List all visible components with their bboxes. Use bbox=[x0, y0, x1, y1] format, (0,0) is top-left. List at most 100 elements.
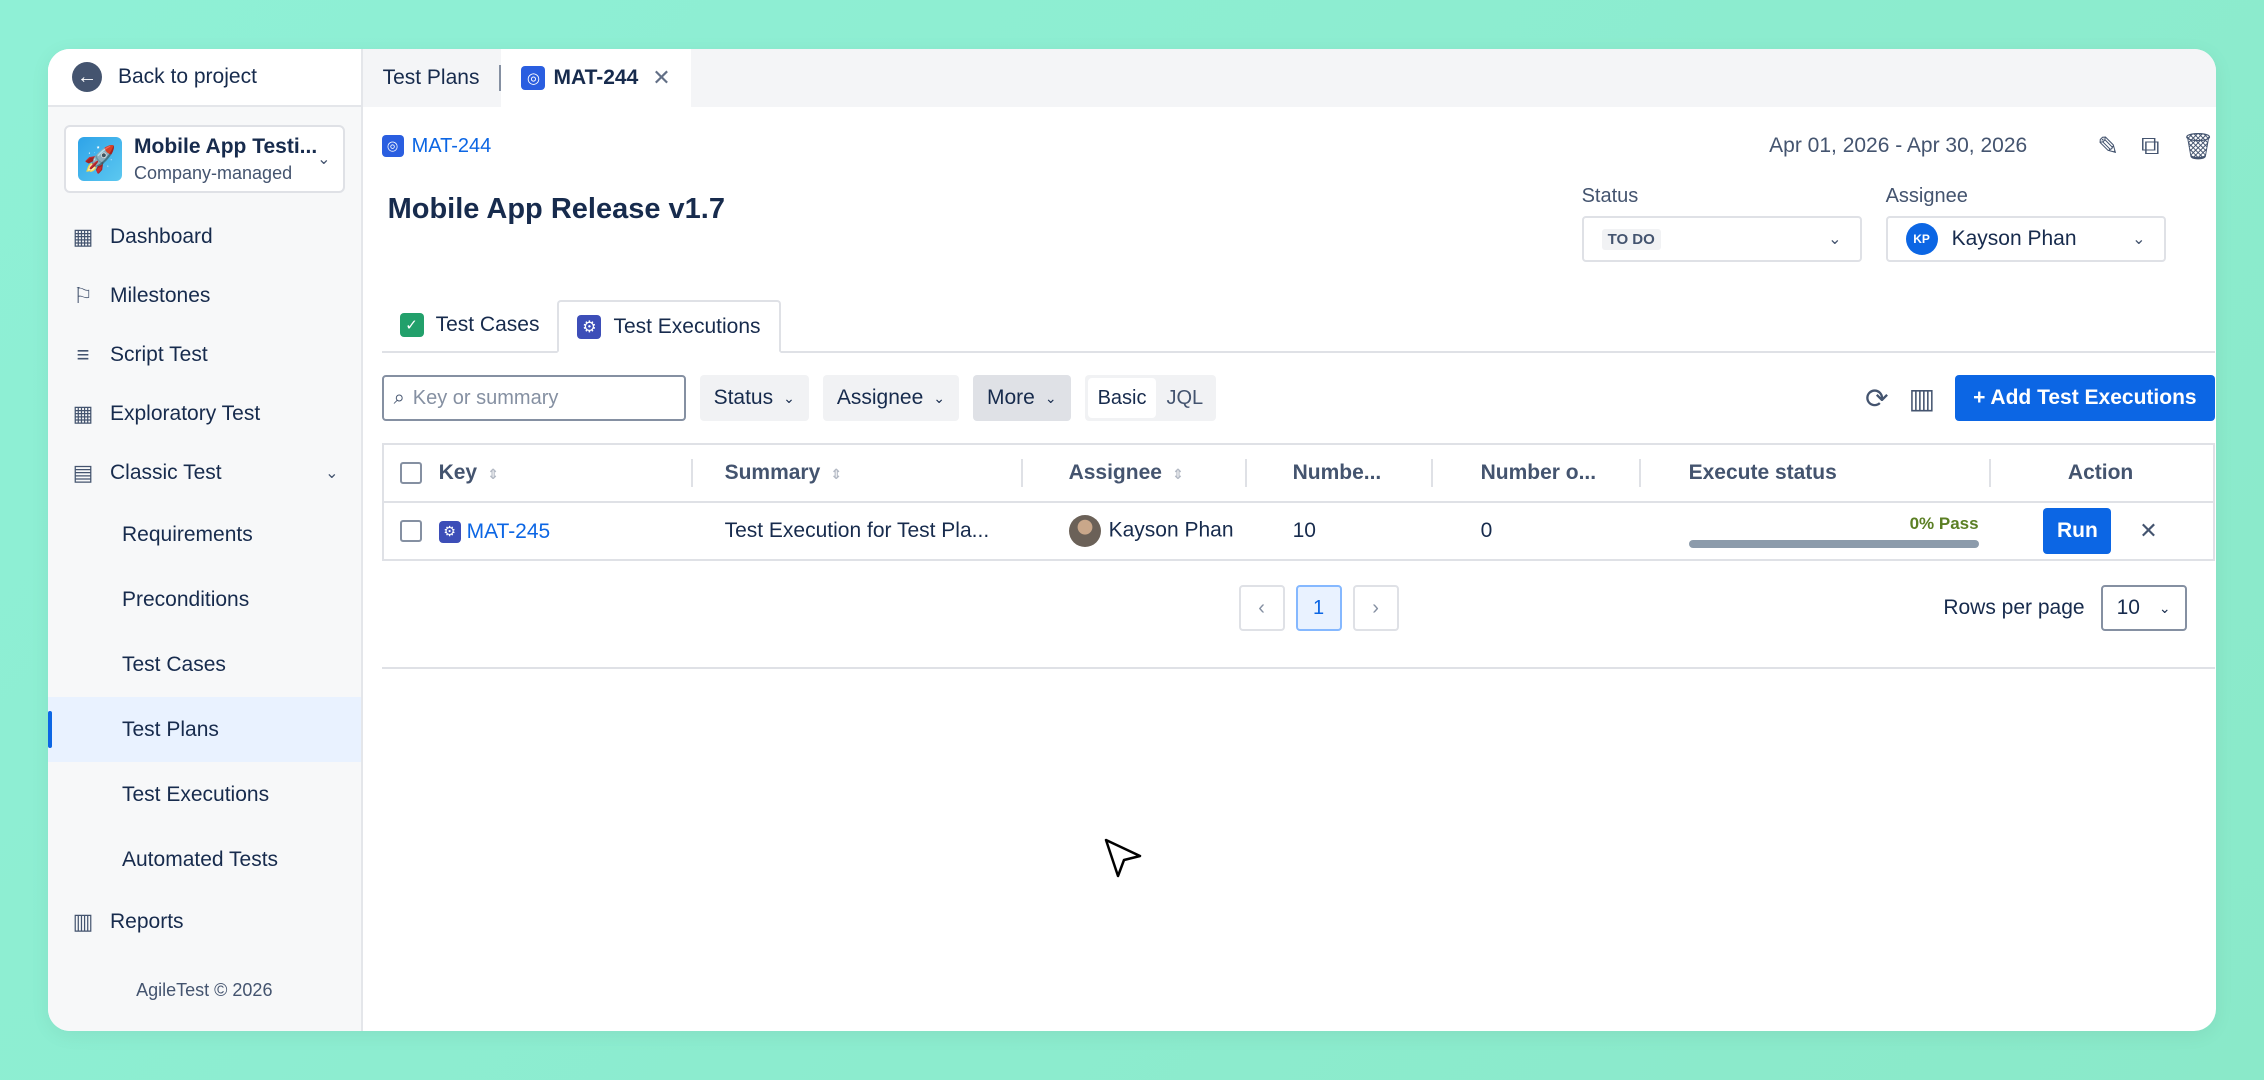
sidebar-item-label: Dashboard bbox=[110, 224, 213, 248]
tab-label: Test Cases bbox=[435, 312, 540, 336]
search-mode-toggle: Basic JQL bbox=[1084, 375, 1217, 421]
sidebar-item-milestones[interactable]: ⚐ Milestones bbox=[48, 266, 361, 325]
page-title: Mobile App Release v1.7 bbox=[387, 193, 725, 225]
assignee-filter-button[interactable]: Assignee ⌄ bbox=[822, 375, 959, 421]
sidebar-item-test-executions[interactable]: Test Executions bbox=[48, 762, 361, 827]
chevron-down-icon: ⌄ bbox=[1828, 231, 1842, 248]
tab-label: Test Plans bbox=[382, 66, 480, 89]
execution-key-link[interactable]: ⚙ MAT-245 bbox=[438, 520, 550, 544]
sidebar-item-dashboard[interactable]: ▦ Dashboard bbox=[48, 207, 361, 266]
column-header-summary[interactable]: Summary ⇕ bbox=[690, 444, 1021, 503]
tab-label: Test Executions bbox=[613, 314, 761, 338]
refresh-icon[interactable]: ⟳ bbox=[1865, 382, 1888, 415]
sidebar-item-label: Preconditions bbox=[122, 587, 250, 611]
sort-icon: ⇕ bbox=[487, 466, 499, 482]
select-all-header bbox=[382, 444, 439, 503]
more-filter-button[interactable]: More ⌄ bbox=[972, 375, 1071, 421]
checkbox-checked-icon: ✓ bbox=[399, 312, 424, 337]
close-icon[interactable]: ✕ bbox=[652, 65, 670, 91]
select-all-checkbox[interactable] bbox=[400, 462, 423, 485]
project-rocket-icon: 🚀 bbox=[78, 137, 122, 181]
tab-test-executions[interactable]: ⚙ Test Executions bbox=[557, 300, 781, 353]
sidebar: ← Back to project 🚀 Mobile App Testi... … bbox=[48, 49, 363, 1031]
tab-test-plans[interactable]: Test Plans bbox=[363, 49, 500, 107]
back-to-project-link[interactable]: ← Back to project bbox=[48, 49, 361, 107]
sidebar-item-test-cases[interactable]: Test Cases bbox=[48, 632, 361, 697]
sidebar-item-automated-tests[interactable]: Automated Tests bbox=[48, 827, 361, 892]
executions-table: Key ⇕ Summary ⇕ Assignee ⇕ Numbe... Number … bbox=[381, 443, 2215, 561]
assignee-label: Assignee bbox=[1885, 185, 1968, 207]
assignee-select[interactable]: KP Kayson Phan ⌄ bbox=[1885, 216, 2166, 262]
row-checkbox[interactable] bbox=[400, 520, 423, 543]
test-plan-icon: ◎ bbox=[381, 135, 404, 157]
sidebar-item-preconditions[interactable]: Preconditions bbox=[48, 567, 361, 632]
trash-icon[interactable]: 🗑 bbox=[2182, 131, 2215, 162]
breadcrumb[interactable]: ◎ MAT-244 bbox=[381, 135, 491, 158]
number-1-cell: 10 bbox=[1244, 502, 1431, 561]
column-header-key[interactable]: Key ⇕ bbox=[438, 444, 691, 503]
sidebar-nav: ▦ Dashboard ⚐ Milestones ≡ Script Test ▦… bbox=[48, 207, 361, 951]
search-input[interactable] bbox=[412, 386, 663, 410]
progress-bar bbox=[1688, 540, 1979, 548]
status-filter-button[interactable]: Status ⌄ bbox=[699, 375, 809, 421]
prev-page-button[interactable]: ‹ bbox=[1238, 585, 1285, 631]
project-text: Mobile App Testi... Company-managed bbox=[134, 135, 317, 184]
pencil-icon[interactable]: ✎ bbox=[2097, 131, 2119, 162]
arrow-left-icon: ← bbox=[72, 62, 102, 92]
copy-icon[interactable]: ⧉ bbox=[2141, 130, 2160, 162]
close-icon[interactable]: ✕ bbox=[2139, 518, 2157, 543]
sidebar-item-requirements[interactable]: Requirements bbox=[48, 502, 361, 567]
test-plan-icon: ◎ bbox=[521, 66, 546, 90]
sidebar-item-test-plans[interactable]: Test Plans bbox=[48, 697, 361, 762]
tab-mat-244[interactable]: ◎ MAT-244 ✕ bbox=[501, 49, 691, 107]
chevron-down-icon: ⌄ bbox=[1044, 389, 1057, 406]
status-lozenge: TO DO bbox=[1601, 228, 1661, 250]
sidebar-item-label: Test Cases bbox=[122, 652, 226, 676]
search-icon: ⌕ bbox=[393, 386, 405, 409]
rows-per-page: Rows per page 10 ⌄ bbox=[1943, 585, 2187, 631]
sidebar-item-classic-test[interactable]: ▤ Classic Test ⌄ bbox=[48, 443, 361, 502]
sidebar-item-label: Requirements bbox=[122, 522, 253, 546]
column-header-number-2[interactable]: Number o... bbox=[1430, 444, 1639, 503]
column-header-assignee[interactable]: Assignee ⇕ bbox=[1020, 444, 1245, 503]
sidebar-item-label: Test Executions bbox=[122, 782, 270, 806]
status-select[interactable]: TO DO ⌄ bbox=[1581, 216, 1862, 262]
columns-icon[interactable]: ▥ bbox=[1909, 382, 1935, 415]
project-name: Mobile App Testi... bbox=[134, 134, 318, 158]
toolbar: ⌕ Status ⌄ Assignee ⌄ More ⌄ Basic JQ bbox=[381, 375, 2215, 421]
column-header-number-1[interactable]: Numbe... bbox=[1244, 444, 1431, 503]
sidebar-item-label: Reports bbox=[110, 909, 184, 933]
sidebar-item-exploratory-test[interactable]: ▦ Exploratory Test bbox=[48, 384, 361, 443]
sidebar-item-label: Test Plans bbox=[122, 717, 219, 741]
add-test-executions-button[interactable]: + Add Test Executions bbox=[1955, 375, 2215, 421]
tab-bar: Test Plans ◎ MAT-244 ✕ bbox=[362, 49, 2216, 107]
run-button[interactable]: Run bbox=[2043, 508, 2112, 554]
date-range: Apr 01, 2026 - Apr 30, 2026 bbox=[1769, 134, 2028, 157]
column-header-action: Action bbox=[1988, 444, 2214, 503]
project-switcher[interactable]: 🚀 Mobile App Testi... Company-managed ⌄ bbox=[64, 125, 345, 193]
column-label: Key bbox=[438, 461, 478, 484]
divider bbox=[381, 667, 2215, 669]
sidebar-item-script-test[interactable]: ≡ Script Test bbox=[48, 325, 361, 384]
column-label: Assignee bbox=[1068, 461, 1162, 484]
chevron-down-icon: ⌄ bbox=[317, 151, 331, 168]
number-2-cell: 0 bbox=[1430, 502, 1639, 561]
tab-test-cases[interactable]: ✓ Test Cases bbox=[382, 298, 558, 351]
flag-icon: ⚐ bbox=[73, 282, 93, 308]
rows-per-page-select[interactable]: 10 ⌄ bbox=[2100, 585, 2187, 631]
sidebar-item-reports[interactable]: ▥ Reports bbox=[48, 892, 361, 951]
filter-label: More bbox=[986, 386, 1035, 409]
column-label: Numbe... bbox=[1292, 461, 1382, 484]
script-icon: ≡ bbox=[76, 341, 90, 367]
dashboard-icon: ▦ bbox=[72, 223, 94, 249]
basic-mode-button[interactable]: Basic bbox=[1087, 378, 1157, 418]
bar-chart-icon: ▥ bbox=[72, 908, 94, 934]
jql-mode-button[interactable]: JQL bbox=[1156, 378, 1213, 418]
mouse-pointer-icon bbox=[1104, 838, 1142, 878]
pass-percentage: 0% Pass bbox=[1909, 514, 1979, 533]
sidebar-item-label: Milestones bbox=[110, 283, 211, 307]
page-1-button[interactable]: 1 bbox=[1295, 585, 1342, 631]
back-label: Back to project bbox=[118, 65, 257, 88]
sort-icon: ⇕ bbox=[1171, 466, 1184, 482]
next-page-button[interactable]: › bbox=[1352, 585, 1399, 631]
